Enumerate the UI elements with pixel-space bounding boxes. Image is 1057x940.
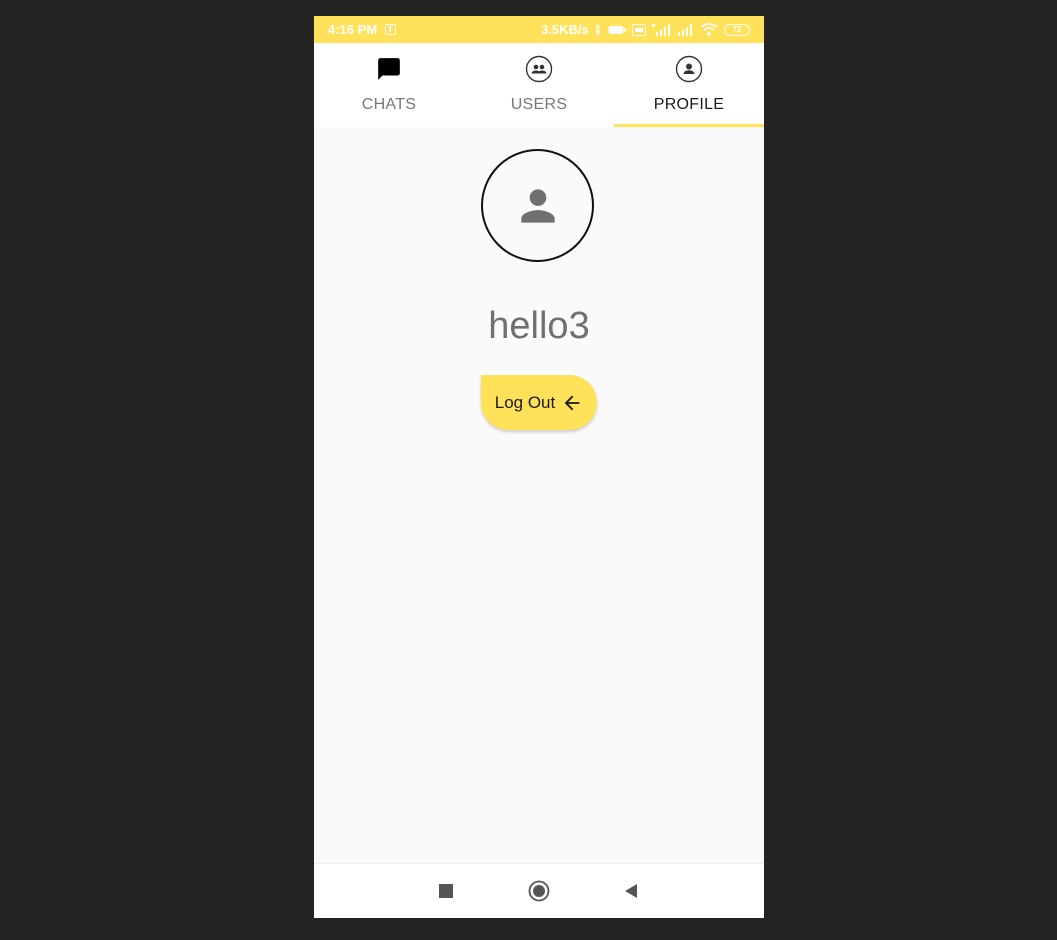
group-icon xyxy=(525,55,553,83)
tab-users-label: USERS xyxy=(510,96,568,113)
back-triangle-icon xyxy=(625,884,637,898)
logout-label: Log Out xyxy=(494,392,556,412)
avatar xyxy=(481,149,594,262)
notification-icon xyxy=(385,24,397,35)
home-circle-icon xyxy=(528,880,550,902)
status-right: 3.5KB/s ᛒ 72 xyxy=(541,22,750,37)
tab-users[interactable]: USERS xyxy=(464,43,614,127)
signal-icon-1 xyxy=(652,23,670,36)
tab-profile-label: PROFILE xyxy=(653,96,725,113)
tab-bar: CHATS USERS PROFILE xyxy=(314,43,764,127)
recents-button[interactable] xyxy=(434,879,458,903)
screen: 4:16 PM 3.5KB/s ᛒ 72 CHATS USERS PROFILE… xyxy=(0,0,1057,940)
system-nav-bar xyxy=(314,863,764,918)
home-button[interactable] xyxy=(527,879,551,903)
tab-chats[interactable]: CHATS xyxy=(314,43,464,127)
chat-bubble-icon xyxy=(375,55,403,83)
profile-username: hello3 xyxy=(488,305,590,347)
recents-square-icon xyxy=(439,884,453,898)
signal-icon-2 xyxy=(678,23,692,36)
account-circle-icon xyxy=(675,55,703,83)
active-tab-indicator xyxy=(614,124,764,127)
tab-profile[interactable]: PROFILE xyxy=(614,43,764,127)
network-speed: 3.5KB/s xyxy=(541,22,589,37)
status-bar: 4:16 PM 3.5KB/s ᛒ 72 xyxy=(314,16,764,43)
wifi-icon xyxy=(700,23,718,36)
phone-screen: 4:16 PM 3.5KB/s ᛒ 72 CHATS USERS PROFILE… xyxy=(314,16,764,918)
status-left: 4:16 PM xyxy=(328,22,397,37)
status-time: 4:16 PM xyxy=(328,22,378,37)
tab-chats-label: CHATS xyxy=(361,96,417,113)
arrow-left-icon xyxy=(564,395,580,410)
back-button[interactable] xyxy=(619,879,643,903)
logout-button[interactable]: Log Out xyxy=(481,375,597,430)
battery-icon: 72 xyxy=(724,23,750,36)
volte-icon xyxy=(632,23,646,36)
person-icon xyxy=(520,188,555,223)
battery-saver-icon xyxy=(608,25,626,34)
bluetooth-icon: ᛒ xyxy=(594,22,602,37)
